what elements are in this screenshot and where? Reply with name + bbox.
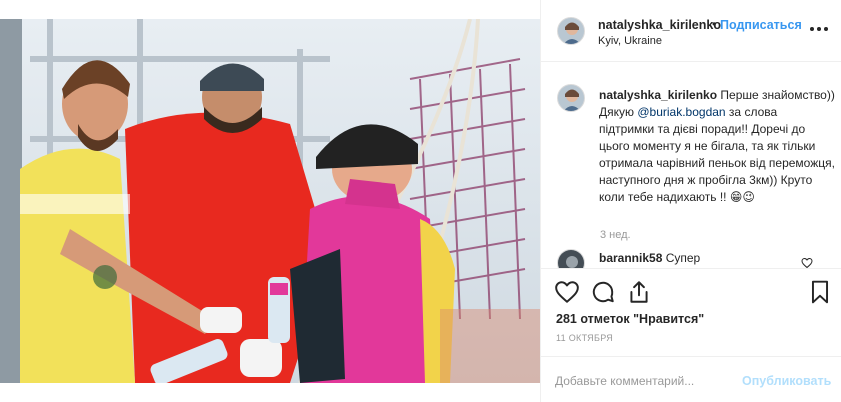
follow-button[interactable]: Подписаться: [720, 18, 802, 32]
author-avatar[interactable]: [557, 17, 585, 45]
post-photo[interactable]: [0, 19, 540, 383]
comment-username[interactable]: barannik58: [599, 251, 662, 265]
comment-like-heart-icon[interactable]: [801, 257, 813, 268]
header-separator: •: [712, 17, 717, 31]
likes-count[interactable]: 281 отметок "Нравится": [556, 312, 704, 326]
instagram-post-page: natalyshka_kirilenko • Подписаться Kyiv,…: [0, 0, 841, 402]
comment-text: Супер: [665, 251, 701, 265]
commenter-avatar[interactable]: [557, 249, 585, 268]
avatar-image: [558, 18, 584, 44]
share-icon[interactable]: [626, 279, 652, 305]
comment-item: barannik58 Супер: [599, 251, 700, 265]
comment-input[interactable]: [555, 371, 735, 391]
avatar-image: [558, 250, 584, 268]
avatar-image: [558, 85, 584, 111]
caption-avatar[interactable]: [557, 84, 585, 112]
caption-timestamp[interactable]: 3 нед.: [600, 229, 631, 241]
post-sidebar: natalyshka_kirilenko • Подписаться Kyiv,…: [540, 0, 841, 402]
post-header: natalyshka_kirilenko • Подписаться Kyiv,…: [541, 0, 841, 62]
post-date[interactable]: 11 октября: [556, 333, 613, 343]
comment-composer: Опубликовать: [541, 356, 841, 402]
post-photo-illustration: [0, 19, 540, 383]
caption-mention-link[interactable]: @buriak.bogdan: [637, 105, 725, 119]
comments-section: natalyshka_kirilenko Перше знайомство)) …: [541, 63, 841, 268]
comment-icon[interactable]: [590, 279, 616, 305]
caption-username[interactable]: natalyshka_kirilenko: [599, 88, 717, 102]
bookmark-icon[interactable]: [807, 279, 833, 305]
publish-button[interactable]: Опубликовать: [742, 374, 831, 388]
action-bar: [541, 268, 841, 308]
caption-text: natalyshka_kirilenko Перше знайомство)) …: [599, 87, 835, 206]
more-options-icon[interactable]: [809, 22, 829, 36]
author-username[interactable]: natalyshka_kirilenko: [598, 18, 721, 32]
post-location[interactable]: Kyiv, Ukraine: [598, 35, 662, 47]
heart-icon[interactable]: [554, 279, 580, 305]
caption-body-end: за слова підтримки та дієві поради!! Дор…: [599, 105, 835, 204]
